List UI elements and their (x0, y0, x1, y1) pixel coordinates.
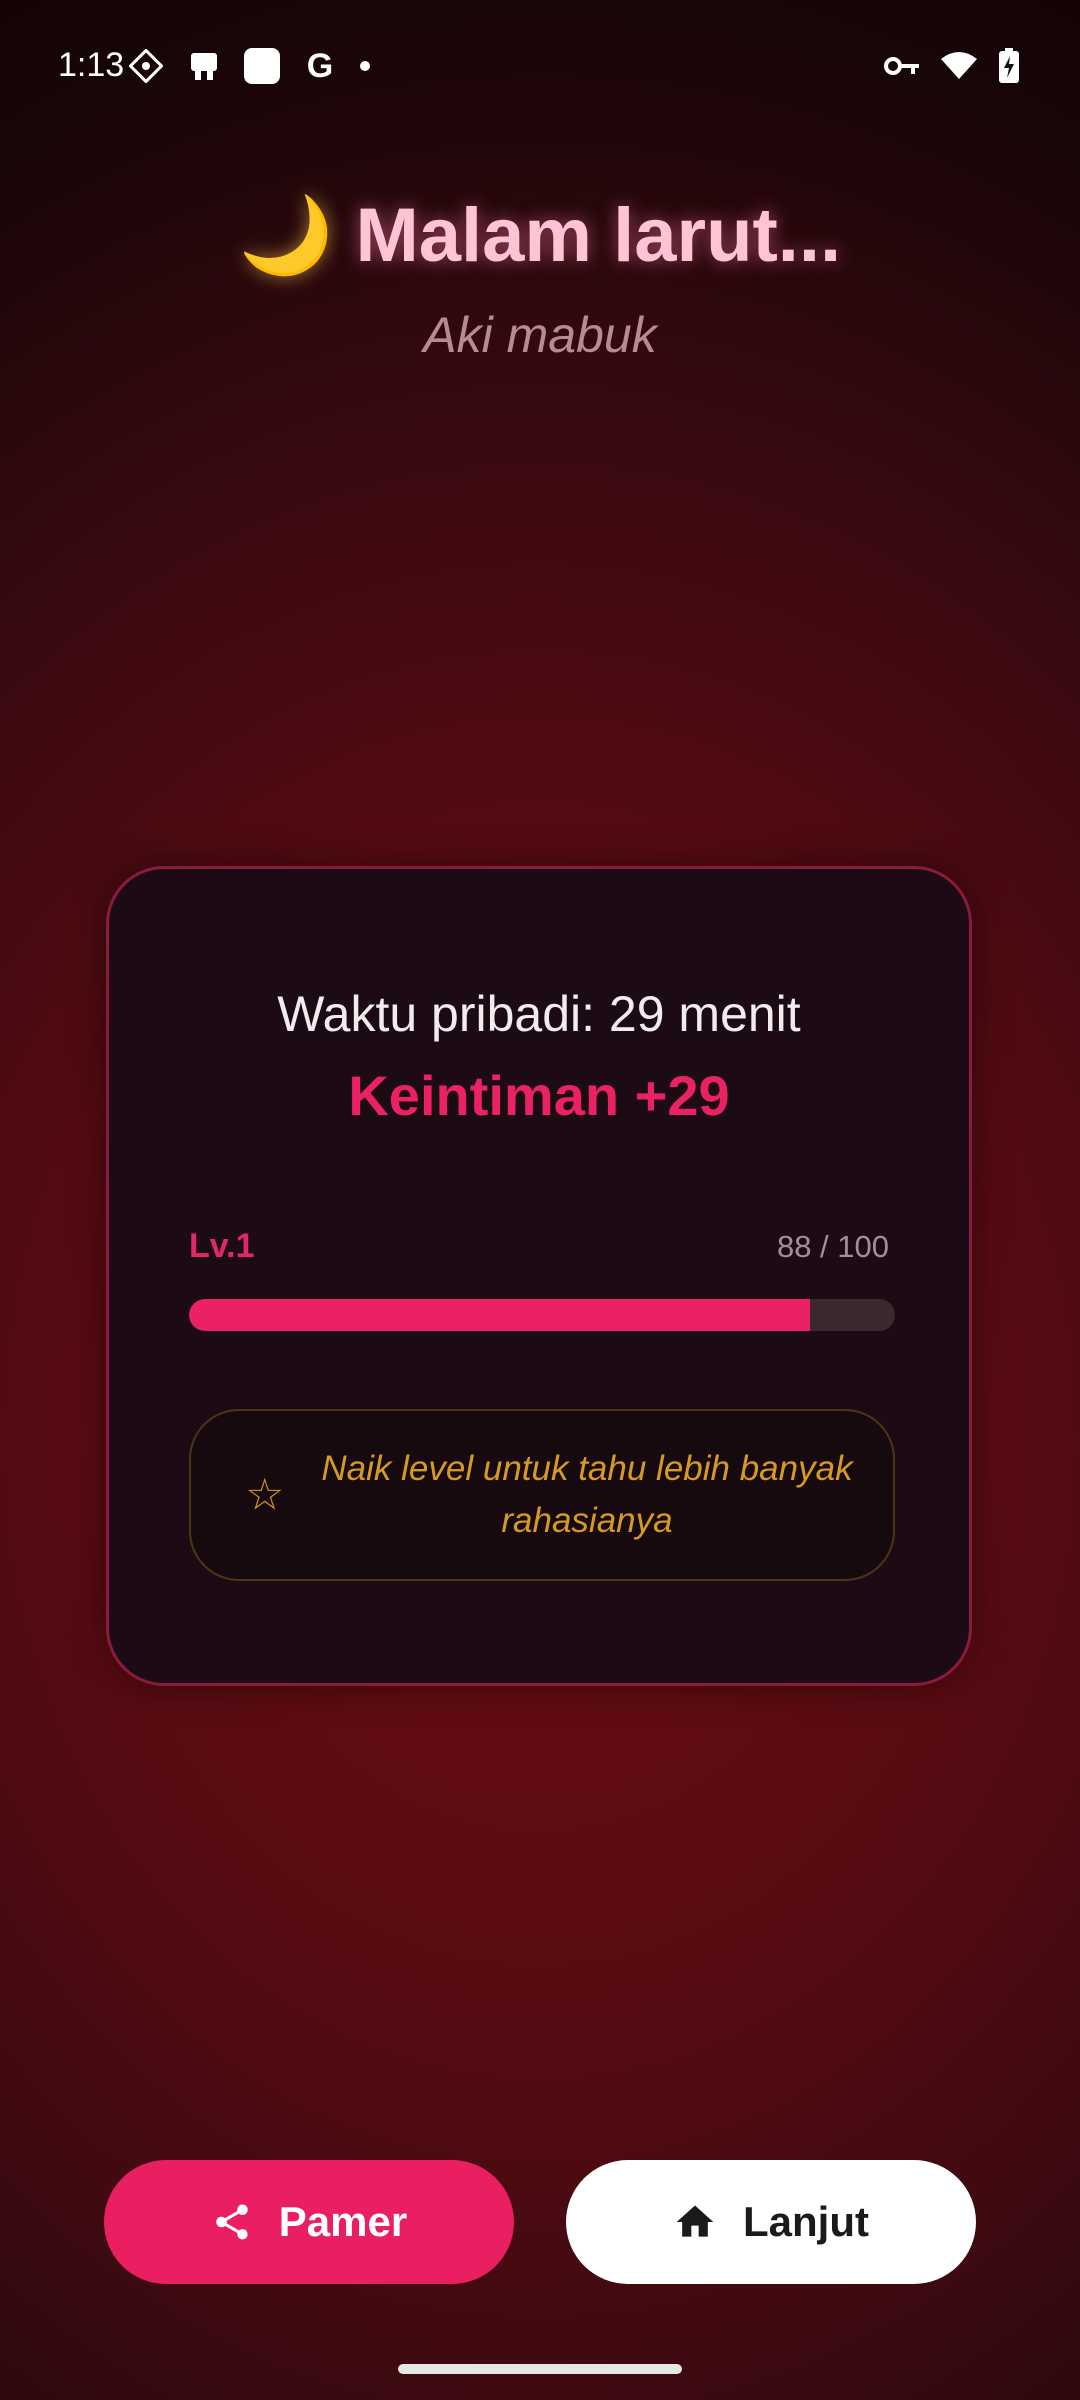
progress-bar-fill (189, 1299, 811, 1331)
hint-text: Naik level untuk tahu lebih banyak rahas… (321, 1449, 853, 1540)
train-app-icon (186, 48, 222, 84)
result-card: Waktu pribadi: 29 menit Keintiman +29 Lv… (106, 866, 972, 1686)
share-button[interactable]: Pamer (104, 2160, 514, 2284)
page-title: 🌙 Malam larut... (239, 190, 841, 280)
private-time-text: Waktu pribadi: 29 menit (277, 986, 801, 1042)
intimacy-gain-text: Keintiman +29 (348, 1064, 730, 1127)
moon-icon: 🌙 (238, 193, 334, 278)
status-bar: 1:13 小红书 G (0, 0, 1080, 130)
crosshair-app-icon (128, 48, 164, 84)
google-app-icon: G (306, 46, 334, 85)
next-button[interactable]: Lanjut (566, 2160, 976, 2284)
hint-box: ☆ Naik level untuk tahu lebih banyak rah… (189, 1409, 895, 1581)
share-button-label: Pamer (278, 2198, 408, 2245)
level-label: Lv.1 (189, 1227, 255, 1265)
header: 🌙 Malam larut... Aki mabuk (0, 190, 1080, 364)
wifi-icon (940, 51, 978, 86)
page-title-text: Malam larut... (355, 192, 842, 278)
status-icons-right (884, 48, 1020, 89)
vpn-key-icon (884, 54, 920, 83)
home-icon (676, 2205, 714, 2237)
next-button-label: Lanjut (743, 2198, 869, 2245)
star-icon: ☆ (245, 1470, 285, 1520)
share-icon (216, 2204, 248, 2240)
status-time: 1:13 (58, 46, 125, 84)
progress-count: 88 / 100 (776, 1229, 889, 1264)
notification-dot (360, 61, 370, 71)
battery-charging-icon (998, 48, 1020, 89)
xiaohongshu-app-icon: 小红书 (244, 48, 280, 84)
progress-bar (189, 1299, 895, 1331)
page-subtitle: Aki mabuk (423, 307, 657, 363)
home-indicator[interactable] (398, 2364, 682, 2374)
status-icons-left: 小红书 G (128, 46, 370, 85)
